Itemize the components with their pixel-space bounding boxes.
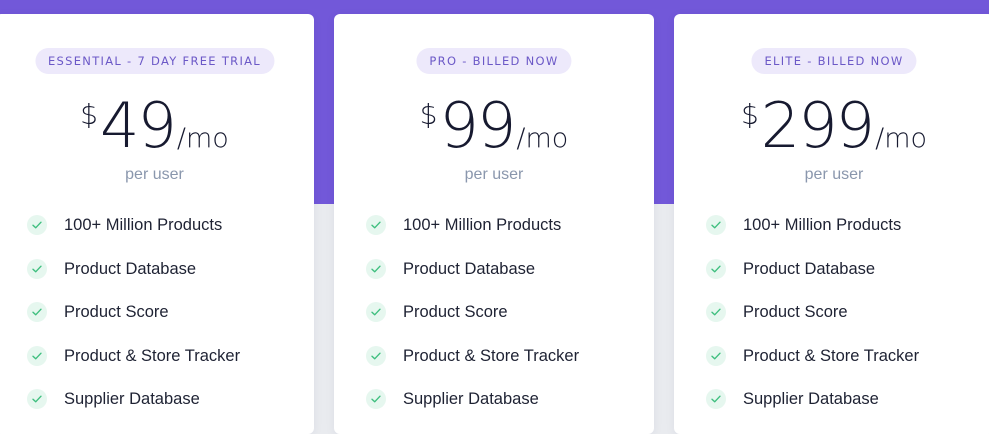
feature-label: Product Database xyxy=(64,259,197,278)
feature-label: 100+ Million Products xyxy=(64,216,223,234)
feature-item: Product Score xyxy=(27,297,240,341)
feature-item: 100+ Million Products xyxy=(27,210,240,254)
price-unit: per user xyxy=(125,166,184,183)
check-icon xyxy=(706,258,726,279)
feature-item: Supplier Database xyxy=(706,384,919,428)
feature-item: Product Database xyxy=(366,254,579,298)
check-icon xyxy=(27,258,47,279)
feature-list: 100+ Million Products Product Database P… xyxy=(706,210,919,428)
feature-item: Product Database xyxy=(706,254,919,298)
price-period: /mo xyxy=(176,123,229,154)
price-unit: per user xyxy=(804,166,864,183)
price-period: /mo xyxy=(516,123,569,154)
feature-label: Product & Store Tracker xyxy=(64,346,241,365)
feature-item: 100+ Million Products xyxy=(706,210,919,254)
feature-label: Product Score xyxy=(64,303,169,321)
feature-label: Supplier Database xyxy=(64,390,200,408)
check-icon xyxy=(27,389,47,409)
check-icon xyxy=(27,215,47,235)
feature-item: 100+ Million Products xyxy=(366,210,579,254)
plan-badge: PRO - BILLED NOW xyxy=(416,48,572,74)
price-amount: 99 xyxy=(439,89,517,162)
feature-item: Product Score xyxy=(706,297,919,341)
check-icon xyxy=(366,302,386,322)
feature-list: 100+ Million Products Product Database P… xyxy=(27,210,240,428)
feature-item: Product Database xyxy=(27,254,240,298)
plan-price: $299/mo xyxy=(674,94,989,158)
check-icon xyxy=(706,215,726,235)
check-icon xyxy=(366,389,386,409)
feature-item: Product & Store Tracker xyxy=(27,341,240,385)
feature-item: Product & Store Tracker xyxy=(366,341,579,385)
feature-label: Supplier Database xyxy=(403,390,539,408)
pricing-plans: ESSENTIAL - 7 DAY FREE TRIAL $49/mo per … xyxy=(0,14,989,434)
plan-price: $49/mo xyxy=(0,94,314,158)
plan-badge: ESSENTIAL - 7 DAY FREE TRIAL xyxy=(34,48,275,74)
feature-item: Product & Store Tracker xyxy=(706,341,919,385)
check-icon xyxy=(27,345,47,366)
feature-item: Supplier Database xyxy=(27,384,240,428)
feature-label: Product & Store Tracker xyxy=(403,346,580,365)
price-amount: 49 xyxy=(100,89,177,162)
feature-label: Product Score xyxy=(403,303,508,321)
currency-symbol: $ xyxy=(740,98,759,131)
price-unit: per user xyxy=(464,166,524,183)
check-icon xyxy=(27,302,47,322)
price-amount: 299 xyxy=(760,89,875,162)
feature-item: Supplier Database xyxy=(366,384,579,428)
price-period: /mo xyxy=(875,123,928,154)
feature-label: 100+ Million Products xyxy=(743,216,902,234)
check-icon xyxy=(706,302,726,322)
feature-label: Product & Store Tracker xyxy=(743,346,920,365)
check-icon xyxy=(706,389,726,409)
feature-label: Supplier Database xyxy=(743,390,879,408)
currency-symbol: $ xyxy=(419,98,438,131)
feature-label: 100+ Million Products xyxy=(403,216,562,234)
pricing-card-essential: ESSENTIAL - 7 DAY FREE TRIAL $49/mo per … xyxy=(0,14,314,434)
check-icon xyxy=(366,345,386,366)
pricing-card-elite: ELITE - BILLED NOW $299/mo per user 100+… xyxy=(674,14,989,434)
feature-label: Product Database xyxy=(743,259,876,278)
check-icon xyxy=(366,258,386,279)
check-icon xyxy=(366,215,386,235)
feature-item: Product Score xyxy=(366,297,579,341)
plan-badge: ELITE - BILLED NOW xyxy=(751,48,917,74)
plan-price: $99/mo xyxy=(334,94,654,158)
feature-list: 100+ Million Products Product Database P… xyxy=(366,210,579,428)
pricing-card-pro: PRO - BILLED NOW $99/mo per user 100+ Mi… xyxy=(334,14,654,434)
check-icon xyxy=(706,345,726,366)
feature-label: Product Database xyxy=(403,259,536,278)
feature-label: Product Score xyxy=(743,303,848,321)
currency-symbol: $ xyxy=(80,98,98,131)
